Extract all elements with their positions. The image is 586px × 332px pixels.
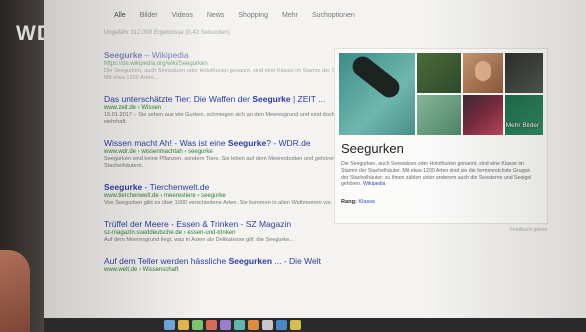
- result-title-text: | ZEIT ...: [290, 94, 326, 104]
- result-title-keyword: Seegurke: [104, 182, 143, 192]
- search-tab[interactable]: News: [207, 12, 225, 19]
- dock-app-icon[interactable]: [290, 320, 301, 330]
- result-title-text: Trüffel der Meere - Essen & Trinken - SZ…: [104, 219, 292, 229]
- knowledge-panel-description: Die Seegurken, auch Seewalzen oder Holot…: [341, 161, 539, 188]
- browser-screen: Alle Bilder Videos News Shopping Mehr Suchopti…: [44, 0, 586, 318]
- search-result: Auf dem Teller werden hässliche Seegurke…: [104, 256, 374, 273]
- search-tab[interactable]: Mehr: [282, 12, 298, 19]
- feedback-link[interactable]: Feedback geben: [510, 227, 547, 233]
- thumbnail-image[interactable]: [505, 53, 543, 93]
- dock-app-icon[interactable]: [234, 320, 245, 330]
- sea-cucumber-image[interactable]: [339, 53, 415, 135]
- knowledge-panel-title: Seegurken: [341, 141, 404, 156]
- result-title-text: - Tierchenwelt.de: [142, 182, 210, 192]
- hand: [0, 250, 30, 332]
- result-snippet: Auf dem Meeresgrund liegt, was in Asien …: [104, 237, 294, 243]
- result-title-text: Das unterschätzte Tier: Die Waffen der: [104, 94, 253, 104]
- dock: [44, 318, 586, 332]
- thumbnail-image[interactable]: [417, 53, 461, 93]
- dock-app-icon[interactable]: [262, 320, 273, 330]
- thumbnail-image[interactable]: [463, 95, 503, 135]
- result-title-text: ? - WDR.de: [266, 138, 311, 148]
- rank-value-link[interactable]: Klasse: [358, 199, 375, 205]
- search-tab[interactable]: Videos: [172, 12, 193, 19]
- result-url: sz-magazin.sueddeutsche.de › essen-und-t…: [104, 230, 236, 236]
- result-stats: Ungefähr 312.000 Ergebnisse (0,42 Sekund…: [104, 30, 230, 36]
- search-tab[interactable]: Alle: [114, 12, 126, 19]
- dock-app-icon[interactable]: [206, 320, 217, 330]
- thumbnail-image[interactable]: [417, 95, 461, 135]
- result-title-text: ... - Die Welt: [272, 256, 322, 266]
- dock-app-icon[interactable]: [178, 320, 189, 330]
- result-title-text: Auf dem Teller werden hässliche: [104, 256, 229, 266]
- search-tab[interactable]: Suchoptionen: [312, 12, 355, 19]
- dock-app-icon[interactable]: [164, 320, 175, 330]
- dock-app-icon[interactable]: [248, 320, 259, 330]
- thumbnail-image[interactable]: [463, 53, 503, 93]
- dock-app-icon[interactable]: [192, 320, 203, 330]
- knowledge-panel: Mehr Bilder Seegurken Die Seegurken, auc…: [334, 48, 548, 224]
- dock-icons: [164, 320, 301, 330]
- result-title-keyword: Seegurke: [104, 50, 143, 60]
- result-title-keyword: Seegurke: [227, 138, 267, 148]
- knowledge-panel-images[interactable]: Mehr Bilder: [339, 53, 543, 135]
- dock-app-icon[interactable]: [220, 320, 231, 330]
- result-title-text: – Wikipedia: [142, 50, 189, 60]
- result-title-keyword: Seegurken: [228, 256, 273, 266]
- search-tab[interactable]: Bilder: [140, 12, 158, 19]
- result-title-link[interactable]: Auf dem Teller werden hässliche Seegurke…: [104, 256, 374, 266]
- dock-app-icon[interactable]: [276, 320, 287, 330]
- thumbnail-image[interactable]: [505, 95, 543, 135]
- more-images-link[interactable]: Mehr Bilder: [506, 122, 539, 129]
- search-tabs: Alle Bilder Videos News Shopping Mehr Suchopti…: [114, 12, 355, 19]
- result-title-keyword: Seegurke: [252, 94, 291, 104]
- result-url: www.welt.de › Wissenschaft: [104, 267, 179, 273]
- rank-label: Rang:: [341, 199, 357, 205]
- wikipedia-link[interactable]: Wikipedia: [363, 181, 386, 187]
- result-title-text: Wissen macht Ah! - Was ist eine: [104, 138, 228, 148]
- rank-row: Rang: Klasse: [341, 199, 375, 205]
- search-tab[interactable]: Shopping: [238, 12, 268, 19]
